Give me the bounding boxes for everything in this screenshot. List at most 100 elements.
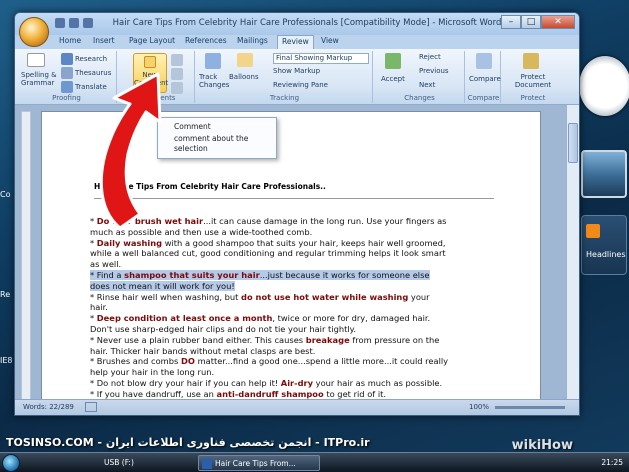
next-comment-icon[interactable] xyxy=(171,82,183,94)
accept-icon xyxy=(385,53,401,69)
tab-mailings[interactable]: Mailings xyxy=(235,36,270,45)
tab-references[interactable]: References xyxy=(183,36,229,45)
display-for-review-select[interactable]: Final Showing Markup xyxy=(273,53,369,64)
text-run: shampoo that suits your hair xyxy=(124,269,260,280)
document-paragraph[interactable]: * Rinse hair well when washing, but do n… xyxy=(90,292,450,314)
document-paragraph[interactable]: * Brushes and combs DO matter...find a g… xyxy=(90,356,450,378)
new-comment-button[interactable]: New Comment xyxy=(133,53,168,93)
research-icon xyxy=(61,53,73,65)
new-comment-tooltip: Comment comment about the selection xyxy=(157,117,277,159)
text-run: to get rid of it. xyxy=(323,388,387,399)
previous-change-button[interactable]: Previous xyxy=(419,67,449,75)
vertical-ruler xyxy=(21,111,31,401)
tooltip-line-2: selection xyxy=(174,144,208,153)
text-run: Deep condition at least once a month xyxy=(96,313,273,324)
previous-comment-icon[interactable] xyxy=(171,68,183,80)
balloons-icon xyxy=(237,53,253,67)
window-title: Hair Care Tips From Celebrity Hair Care … xyxy=(112,18,502,28)
tab-home[interactable]: Home xyxy=(57,36,83,45)
vertical-scrollbar[interactable] xyxy=(566,105,579,401)
slideshow-gadget[interactable] xyxy=(581,150,627,198)
status-bar: Words: 22/289 100% xyxy=(15,399,579,415)
clock-gadget[interactable] xyxy=(579,56,629,116)
text-run: breakage xyxy=(305,334,350,345)
title-bar: Hair Care Tips From Celebrity Hair Care … xyxy=(15,13,579,47)
watermark-text: TOSINSO.COM - انجمن تخصصی فناوری اطلاعات… xyxy=(6,436,370,449)
taskbar: USB (F:) Hair Care Tips From... 21:25 xyxy=(0,452,629,472)
group-comments: New Comment Comments xyxy=(119,51,195,103)
scrollbar-thumb[interactable] xyxy=(568,123,578,163)
balloons-button[interactable]: Balloons xyxy=(229,73,259,81)
text-run: Do NOT brush wet hair xyxy=(96,216,204,226)
word-count[interactable]: Words: 22/289 xyxy=(23,403,74,411)
tab-view[interactable]: View xyxy=(319,36,341,45)
group-label-protect: Protect xyxy=(520,94,546,102)
zoom-level[interactable]: 100% xyxy=(469,403,489,411)
text-run: * Rinse hair well when washing, but xyxy=(90,291,242,302)
comment-icon xyxy=(144,56,156,68)
tooltip-title: Comment xyxy=(174,122,211,131)
compare-button[interactable]: Compare xyxy=(469,75,501,83)
next-change-button[interactable]: Next xyxy=(419,81,435,89)
close-button[interactable]: ✕ xyxy=(541,15,575,29)
tab-insert[interactable]: Insert xyxy=(91,36,117,45)
taskbar-word-label: Hair Care Tips From... xyxy=(215,459,296,468)
track-changes-button[interactable]: Track Changes xyxy=(199,73,229,89)
document-paragraph[interactable]: * Find a shampoo that suits your hair...… xyxy=(90,269,450,292)
tab-page-layout[interactable]: Page Layout xyxy=(127,36,177,45)
group-proofing: Spelling & Grammar Research Thesaurus Tra… xyxy=(17,51,117,103)
document-paragraph[interactable]: * Daily washing with a good shampoo that… xyxy=(90,238,450,270)
minimize-button[interactable]: – xyxy=(501,15,521,29)
document-paragraph[interactable]: * Deep condition at least once a month, … xyxy=(90,313,450,335)
document-page[interactable]: Hair Care Tips From Celebrity Hair Care … xyxy=(41,111,541,411)
group-compare: Compare Compare xyxy=(467,51,501,103)
accept-button[interactable]: Accept xyxy=(381,75,405,83)
document-body[interactable]: * Do NOT brush wet hair...it can cause d… xyxy=(90,216,450,410)
word-icon xyxy=(202,459,212,469)
taskbar-word-button[interactable]: Hair Care Tips From... xyxy=(198,455,320,471)
show-markup-button[interactable]: Show Markup xyxy=(273,67,320,75)
protect-document-button[interactable]: Protect Document xyxy=(505,73,561,89)
text-run: anti-dandruff shampoo xyxy=(216,388,324,399)
spelling-icon xyxy=(27,53,45,67)
compare-icon xyxy=(476,53,492,69)
start-button[interactable] xyxy=(2,454,20,472)
text-run: DO xyxy=(181,356,195,367)
text-run: * Do not blow dry your hair if you can h… xyxy=(90,377,281,388)
ribbon-tabs: Home Insert Page Layout References Maili… xyxy=(15,35,579,49)
document-paragraph[interactable]: * If you have dandruff, use an anti-dand… xyxy=(90,389,450,400)
reviewing-pane-button[interactable]: Reviewing Pane xyxy=(273,81,328,89)
redo-icon[interactable] xyxy=(83,18,93,28)
document-title: Hair Care Tips From Celebrity Hair Care … xyxy=(94,182,326,191)
text-run: * Find a xyxy=(90,269,125,280)
spelling-grammar-button[interactable]: Spelling & Grammar xyxy=(21,71,57,87)
maximize-button[interactable]: □ xyxy=(521,15,541,29)
thesaurus-icon xyxy=(61,67,73,79)
zoom-slider[interactable] xyxy=(495,406,565,409)
windows-sidebar: Headlines xyxy=(579,10,629,430)
word-window: Hair Care Tips From Celebrity Hair Care … xyxy=(14,12,580,416)
research-button[interactable]: Research xyxy=(75,55,107,63)
group-label-proofing: Proofing xyxy=(52,94,81,102)
rss-icon xyxy=(586,224,600,238)
feed-headlines-gadget[interactable]: Headlines xyxy=(581,215,627,275)
office-button[interactable] xyxy=(19,17,49,47)
thesaurus-button[interactable]: Thesaurus xyxy=(75,69,111,77)
reject-button[interactable]: Reject xyxy=(419,53,441,61)
proofing-status-icon[interactable] xyxy=(85,402,97,412)
document-paragraph[interactable]: * Do NOT brush wet hair...it can cause d… xyxy=(90,216,450,238)
save-icon[interactable] xyxy=(55,18,65,28)
wikihow-logo: wikiHow xyxy=(511,438,573,453)
text-run: Air-dry xyxy=(280,377,314,388)
undo-icon[interactable] xyxy=(69,18,79,28)
delete-comment-icon[interactable] xyxy=(171,54,183,66)
usb-drive-button[interactable]: USB (F:) xyxy=(104,455,134,471)
clock[interactable]: 21:25 xyxy=(601,455,623,471)
document-paragraph[interactable]: * Do not blow dry your hair if you can h… xyxy=(90,378,450,389)
text-run: * xyxy=(90,216,97,226)
tab-review[interactable]: Review xyxy=(277,35,314,49)
document-paragraph[interactable]: * Never use a plain rubber band either. … xyxy=(90,335,450,357)
text-run: * xyxy=(90,237,97,248)
feed-headlines-label: Headlines xyxy=(586,250,626,259)
translate-button[interactable]: Translate xyxy=(75,83,107,91)
